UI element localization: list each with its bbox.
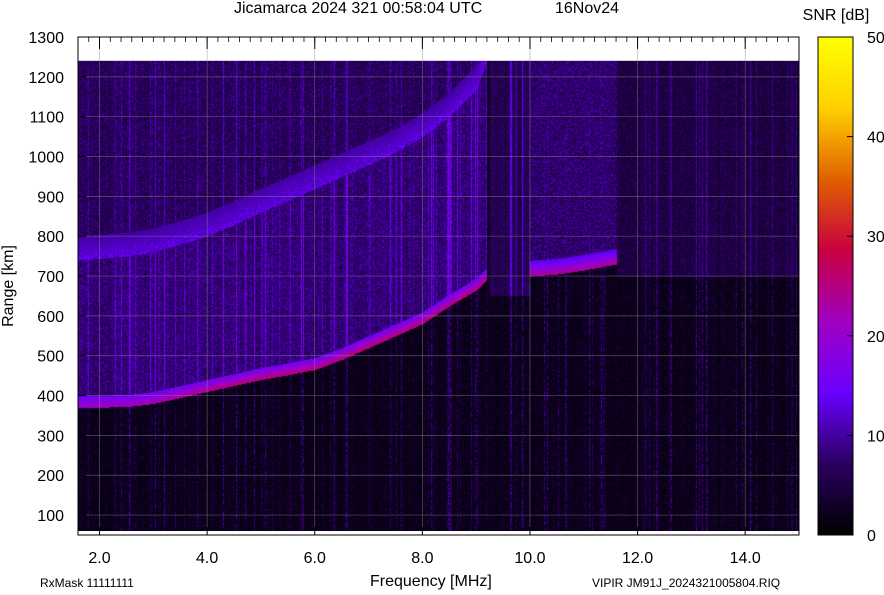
y-tick-label: 700 <box>37 269 64 286</box>
filename-label: VIPIR JM91J_2024321005804.RIQ <box>592 576 781 590</box>
colorbar-tick-label: 40 <box>867 130 884 147</box>
x-tick-label: 2.0 <box>88 550 110 567</box>
colorbar-tick-label: 0 <box>867 528 876 545</box>
x-axis-label: Frequency [MHz] <box>370 573 492 590</box>
ionogram-chart: 2.0 4.0 6.0 8.0 10.0 12.0 14.01002003004005006… <box>0 0 884 595</box>
chart-title: Jicamarca 2024 321 00:58:04 UTC <box>234 0 483 17</box>
y-axis-label: Range [km] <box>0 245 17 327</box>
x-tick-label: 10.0 <box>514 550 545 567</box>
colorbar <box>817 36 854 536</box>
colorbar-label: SNR [dB] <box>803 7 870 24</box>
colorbar-tick-label: 10 <box>867 428 884 445</box>
y-tick-label: 900 <box>37 189 64 206</box>
y-tick-label: 300 <box>37 428 64 445</box>
colorbar-tick-label: 20 <box>867 329 884 346</box>
y-tick-label: 1300 <box>28 30 64 47</box>
y-tick-label: 1000 <box>28 150 64 167</box>
x-tick-label: 14.0 <box>730 550 761 567</box>
colorbar-tick-label: 50 <box>867 30 884 47</box>
y-tick-label: 1200 <box>28 70 64 87</box>
y-tick-label: 600 <box>37 309 64 326</box>
y-tick-label: 800 <box>37 229 64 246</box>
x-tick-label: 12.0 <box>622 550 653 567</box>
colorbar-tick-label: 30 <box>867 229 884 246</box>
heatmap-image <box>78 60 799 531</box>
chart-date: 16Nov24 <box>555 0 620 17</box>
y-tick-label: 1100 <box>30 110 65 127</box>
x-tick-label: 8.0 <box>411 550 433 567</box>
y-tick-label: 500 <box>37 349 64 366</box>
y-tick-label: 200 <box>37 468 64 485</box>
x-tick-label: 6.0 <box>304 550 326 567</box>
y-tick-label: 400 <box>37 389 64 406</box>
y-tick-label: 100 <box>37 508 64 525</box>
x-tick-label: 4.0 <box>196 550 218 567</box>
rxmask-label: RxMask 11111111 <box>40 576 134 590</box>
